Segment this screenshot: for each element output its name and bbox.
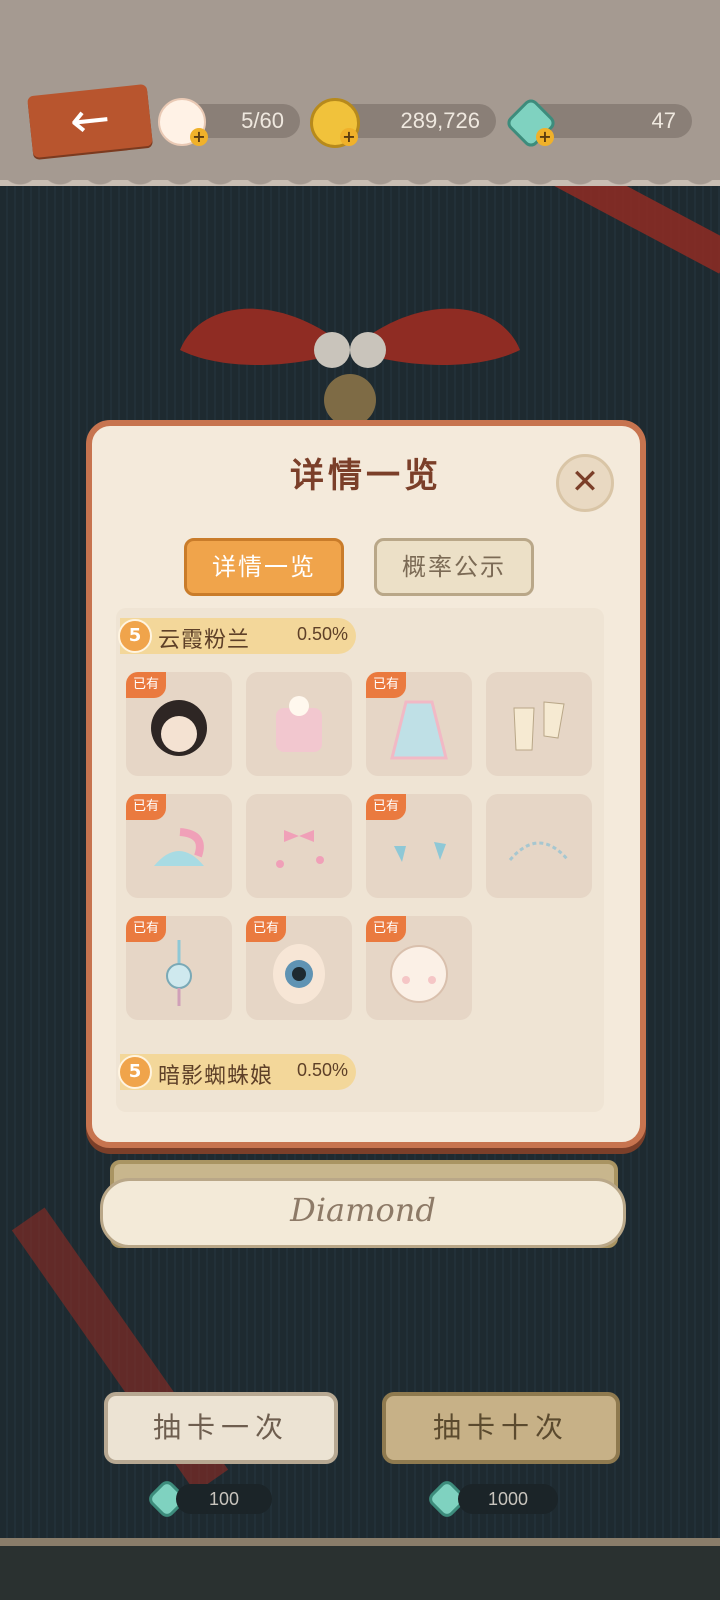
set-name: 云霞粉兰	[158, 628, 251, 653]
rarity-badge: 5	[118, 1055, 152, 1089]
stamina-value: 5/60	[241, 108, 284, 133]
draw-ten-button[interactable]: 抽卡十次	[382, 1392, 620, 1464]
back-button[interactable]: ←	[27, 83, 153, 159]
item-list[interactable]: 5 云霞粉兰 0.50% 已有 已有 已有 已有 已有 已有 已有 5 暗影蜘蛛…	[116, 608, 604, 1112]
set-name: 暗影蜘蛛娘	[158, 1064, 274, 1089]
set-rate: 0.50%	[296, 624, 348, 644]
ribbon-icon	[276, 830, 324, 868]
coins-value: 289,726	[400, 108, 480, 133]
owned-tag: 已有	[246, 916, 286, 942]
set-header: 5 云霞粉兰 0.50%	[118, 618, 356, 654]
face-icon	[390, 945, 448, 1003]
jacket-icon	[276, 696, 322, 752]
item-card[interactable]: 已有	[126, 794, 232, 898]
skirt-icon	[390, 700, 448, 760]
banner-title: Diamond	[290, 1191, 436, 1229]
gems-value: 47	[651, 108, 676, 133]
pendant-icon	[166, 940, 192, 1006]
diamond-banner: Diamond	[100, 1178, 626, 1248]
earrings-icon	[394, 842, 446, 862]
topbar-edge	[0, 168, 720, 190]
socks-icon	[513, 701, 565, 751]
hat-icon	[154, 828, 204, 866]
item-card[interactable]: 已有	[246, 916, 352, 1020]
owned-tag: 已有	[126, 672, 166, 698]
item-card[interactable]: 已有	[366, 672, 472, 776]
details-dialog: 详情一览 ✕ 详情一览 概率公示 5 云霞粉兰 0.50% 已有 已有 已有 已…	[86, 420, 646, 1148]
item-card[interactable]	[486, 794, 592, 898]
close-icon: ✕	[570, 462, 600, 502]
owned-tag: 已有	[126, 916, 166, 942]
add-stamina-button[interactable]: +	[190, 128, 208, 146]
hair-icon	[151, 700, 207, 756]
bow-decoration	[180, 308, 520, 420]
item-card[interactable]	[246, 672, 352, 776]
item-card[interactable]	[246, 794, 352, 898]
single-draw-cost: 100	[176, 1484, 272, 1514]
owned-tag: 已有	[126, 794, 166, 820]
set-header: 5 暗影蜘蛛娘 0.50%	[118, 1054, 356, 1090]
eye-icon	[273, 944, 325, 1004]
add-coins-button[interactable]: +	[340, 128, 358, 146]
ten-draw-cost: 1000	[458, 1484, 558, 1514]
draw-once-button[interactable]: 抽卡一次	[104, 1392, 338, 1464]
back-arrow-icon: ←	[66, 90, 113, 150]
owned-tag: 已有	[366, 794, 406, 820]
item-card[interactable]: 已有	[366, 916, 472, 1020]
bottom-bar	[0, 1538, 720, 1600]
tab-details[interactable]: 详情一览	[184, 538, 344, 596]
necklace-icon	[508, 841, 570, 861]
close-button[interactable]: ✕	[556, 454, 614, 512]
rarity-badge: 5	[118, 619, 152, 653]
owned-tag: 已有	[366, 672, 406, 698]
item-card[interactable]: 已有	[366, 794, 472, 898]
item-card[interactable]	[486, 672, 592, 776]
owned-tag: 已有	[366, 916, 406, 942]
set-rate: 0.50%	[296, 1060, 348, 1080]
item-card[interactable]: 已有	[126, 916, 232, 1020]
add-gems-button[interactable]: +	[536, 128, 554, 146]
item-card[interactable]: 已有	[126, 672, 232, 776]
tab-probability[interactable]: 概率公示	[374, 538, 534, 596]
